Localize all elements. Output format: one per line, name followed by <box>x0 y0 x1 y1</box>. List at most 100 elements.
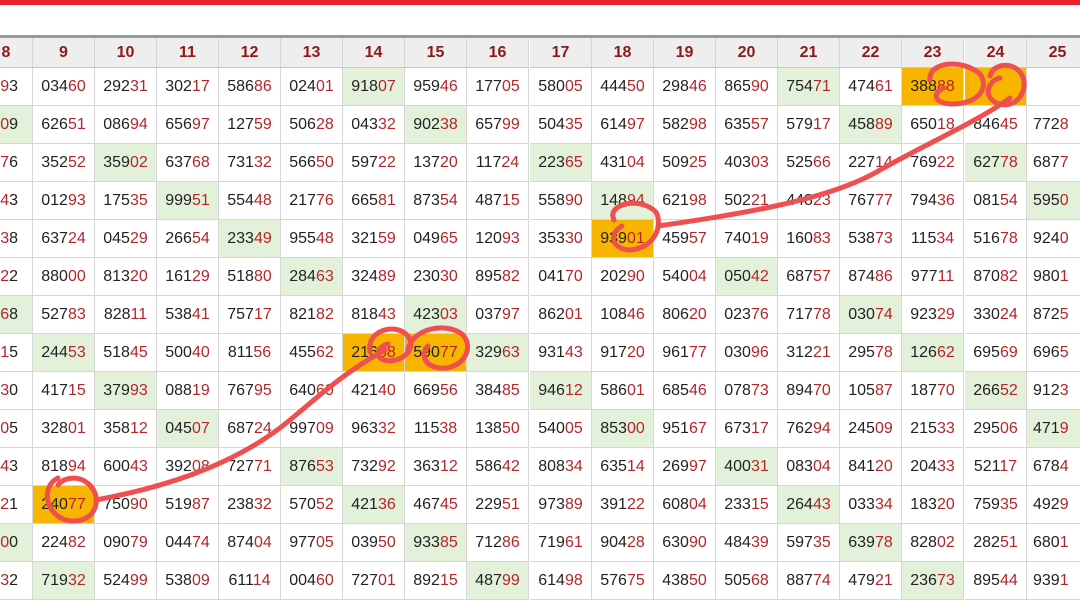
table-cell: 38888 <box>902 68 964 106</box>
cell-value: 24077 <box>41 495 86 513</box>
cell-value: 45562 <box>289 343 334 361</box>
table-cell: 40303 <box>716 144 778 182</box>
table-cell: 57675 <box>592 562 654 600</box>
cell-value: 6877 <box>1033 153 1069 171</box>
cell-value: 81156 <box>227 343 272 361</box>
table-cell: 82182 <box>281 296 343 334</box>
cell-value: 38485 <box>475 381 520 399</box>
table-cell: 65799 <box>467 106 529 144</box>
table-cell: 95548 <box>281 220 343 258</box>
table-cell: 52566 <box>778 144 840 182</box>
cell-value: 76795 <box>227 381 272 399</box>
table-cell: 91807 <box>343 68 405 106</box>
cell-value: 30217 <box>165 77 210 95</box>
cell-value: 56650 <box>289 153 334 171</box>
table-cell: 90428 <box>592 524 654 562</box>
cell-value: 58642 <box>475 457 520 475</box>
cell-value: 01293 <box>41 191 86 209</box>
cell-value: 58005 <box>538 77 583 95</box>
table-cell <box>965 68 1027 106</box>
cell-value: 87653 <box>289 457 334 475</box>
table-cell: 23832 <box>219 486 281 524</box>
table-cell: 67317 <box>716 410 778 448</box>
table-cell: 52499 <box>95 562 157 600</box>
cell-value: 51987 <box>165 495 210 513</box>
cell-value: 64060 <box>289 381 334 399</box>
table-cell: 97711 <box>902 258 964 296</box>
table-cell: 61498 <box>530 562 592 600</box>
table-cell: 41715 <box>33 372 95 410</box>
table-cell: 24453 <box>33 334 95 372</box>
cell-value: 86590 <box>724 77 769 95</box>
cell-value: 9391 <box>1033 571 1069 589</box>
cell-value: 11534 <box>910 229 955 247</box>
table-cell: 81156 <box>219 334 281 372</box>
table-cell: 50435 <box>530 106 592 144</box>
cell-value: 61498 <box>538 571 583 589</box>
cell-value: 18320 <box>910 495 955 513</box>
cell-value: 72701 <box>351 571 396 589</box>
column-header: 15 <box>405 38 467 68</box>
table-cell: 42136 <box>343 486 405 524</box>
cell-value: 90428 <box>600 533 645 551</box>
cell-value: 67317 <box>724 419 769 437</box>
cell-value: 91720 <box>600 343 645 361</box>
cell-value: 63978 <box>848 533 893 551</box>
results-table: 8910111213141516171819202122232425 493 034… <box>0 0 1080 600</box>
cell-value: 65799 <box>475 115 520 133</box>
cell-value: 28251 <box>973 533 1018 551</box>
table-cell: 11534 <box>902 220 964 258</box>
cell-value: 87404 <box>227 533 272 551</box>
table-cell: 6801 <box>1027 524 1080 562</box>
cell-value: 95167 <box>662 419 707 437</box>
cell-value: 26654 <box>165 229 210 247</box>
table-cell: 87653 <box>281 448 343 486</box>
cell-value: 48439 <box>724 533 769 551</box>
cell-value: 26652 <box>973 381 1018 399</box>
table-cell: 73132 <box>219 144 281 182</box>
table-cell: 97705 <box>281 524 343 562</box>
cell-value: 68724 <box>227 419 272 437</box>
column-header: 23 <box>902 38 964 68</box>
table-cell: 94612 <box>530 372 592 410</box>
cell-value: 87486 <box>848 267 893 285</box>
table-cell: 66581 <box>343 182 405 220</box>
cell-value: 938 <box>0 229 18 247</box>
table-cell: 91720 <box>592 334 654 372</box>
table-cell: 509 <box>0 106 33 144</box>
cell-value: 53873 <box>848 229 893 247</box>
table-cell: 88774 <box>778 562 840 600</box>
cell-value: 37993 <box>103 381 148 399</box>
table-cell: 45562 <box>281 334 343 372</box>
table-cell: 73292 <box>343 448 405 486</box>
table-cell: 24077 <box>33 486 95 524</box>
cell-value: 10587 <box>848 381 893 399</box>
cell-value: 11538 <box>413 419 458 437</box>
table-cell: 52117 <box>965 448 1027 486</box>
table-cell: 53873 <box>840 220 902 258</box>
table-cell: 54005 <box>530 410 592 448</box>
cell-value: 16129 <box>165 267 210 285</box>
table-cell: 29846 <box>654 68 716 106</box>
cell-value: 20433 <box>910 457 955 475</box>
table-cell: 93385 <box>405 524 467 562</box>
cell-value: 80620 <box>662 305 707 323</box>
table-cell: 200 <box>0 524 33 562</box>
cell-value: 39122 <box>600 495 645 513</box>
cell-value: 22365 <box>538 153 583 171</box>
cell-value: 73132 <box>227 153 272 171</box>
table-cell: 32159 <box>343 220 405 258</box>
cell-value: 62198 <box>662 191 707 209</box>
cell-value: 72771 <box>227 457 272 475</box>
cell-value: 23673 <box>910 571 955 589</box>
table-cell: 44823 <box>778 182 840 220</box>
cell-value: 47921 <box>848 571 893 589</box>
table-cell: 12759 <box>219 106 281 144</box>
column-header: 18 <box>592 38 654 68</box>
cell-value: 29846 <box>662 77 707 95</box>
table-cell: 50628 <box>281 106 343 144</box>
table-cell: 28251 <box>965 524 1027 562</box>
cell-value: 04474 <box>165 533 210 551</box>
table-cell: 97389 <box>530 486 592 524</box>
table-cell: 90238 <box>405 106 467 144</box>
